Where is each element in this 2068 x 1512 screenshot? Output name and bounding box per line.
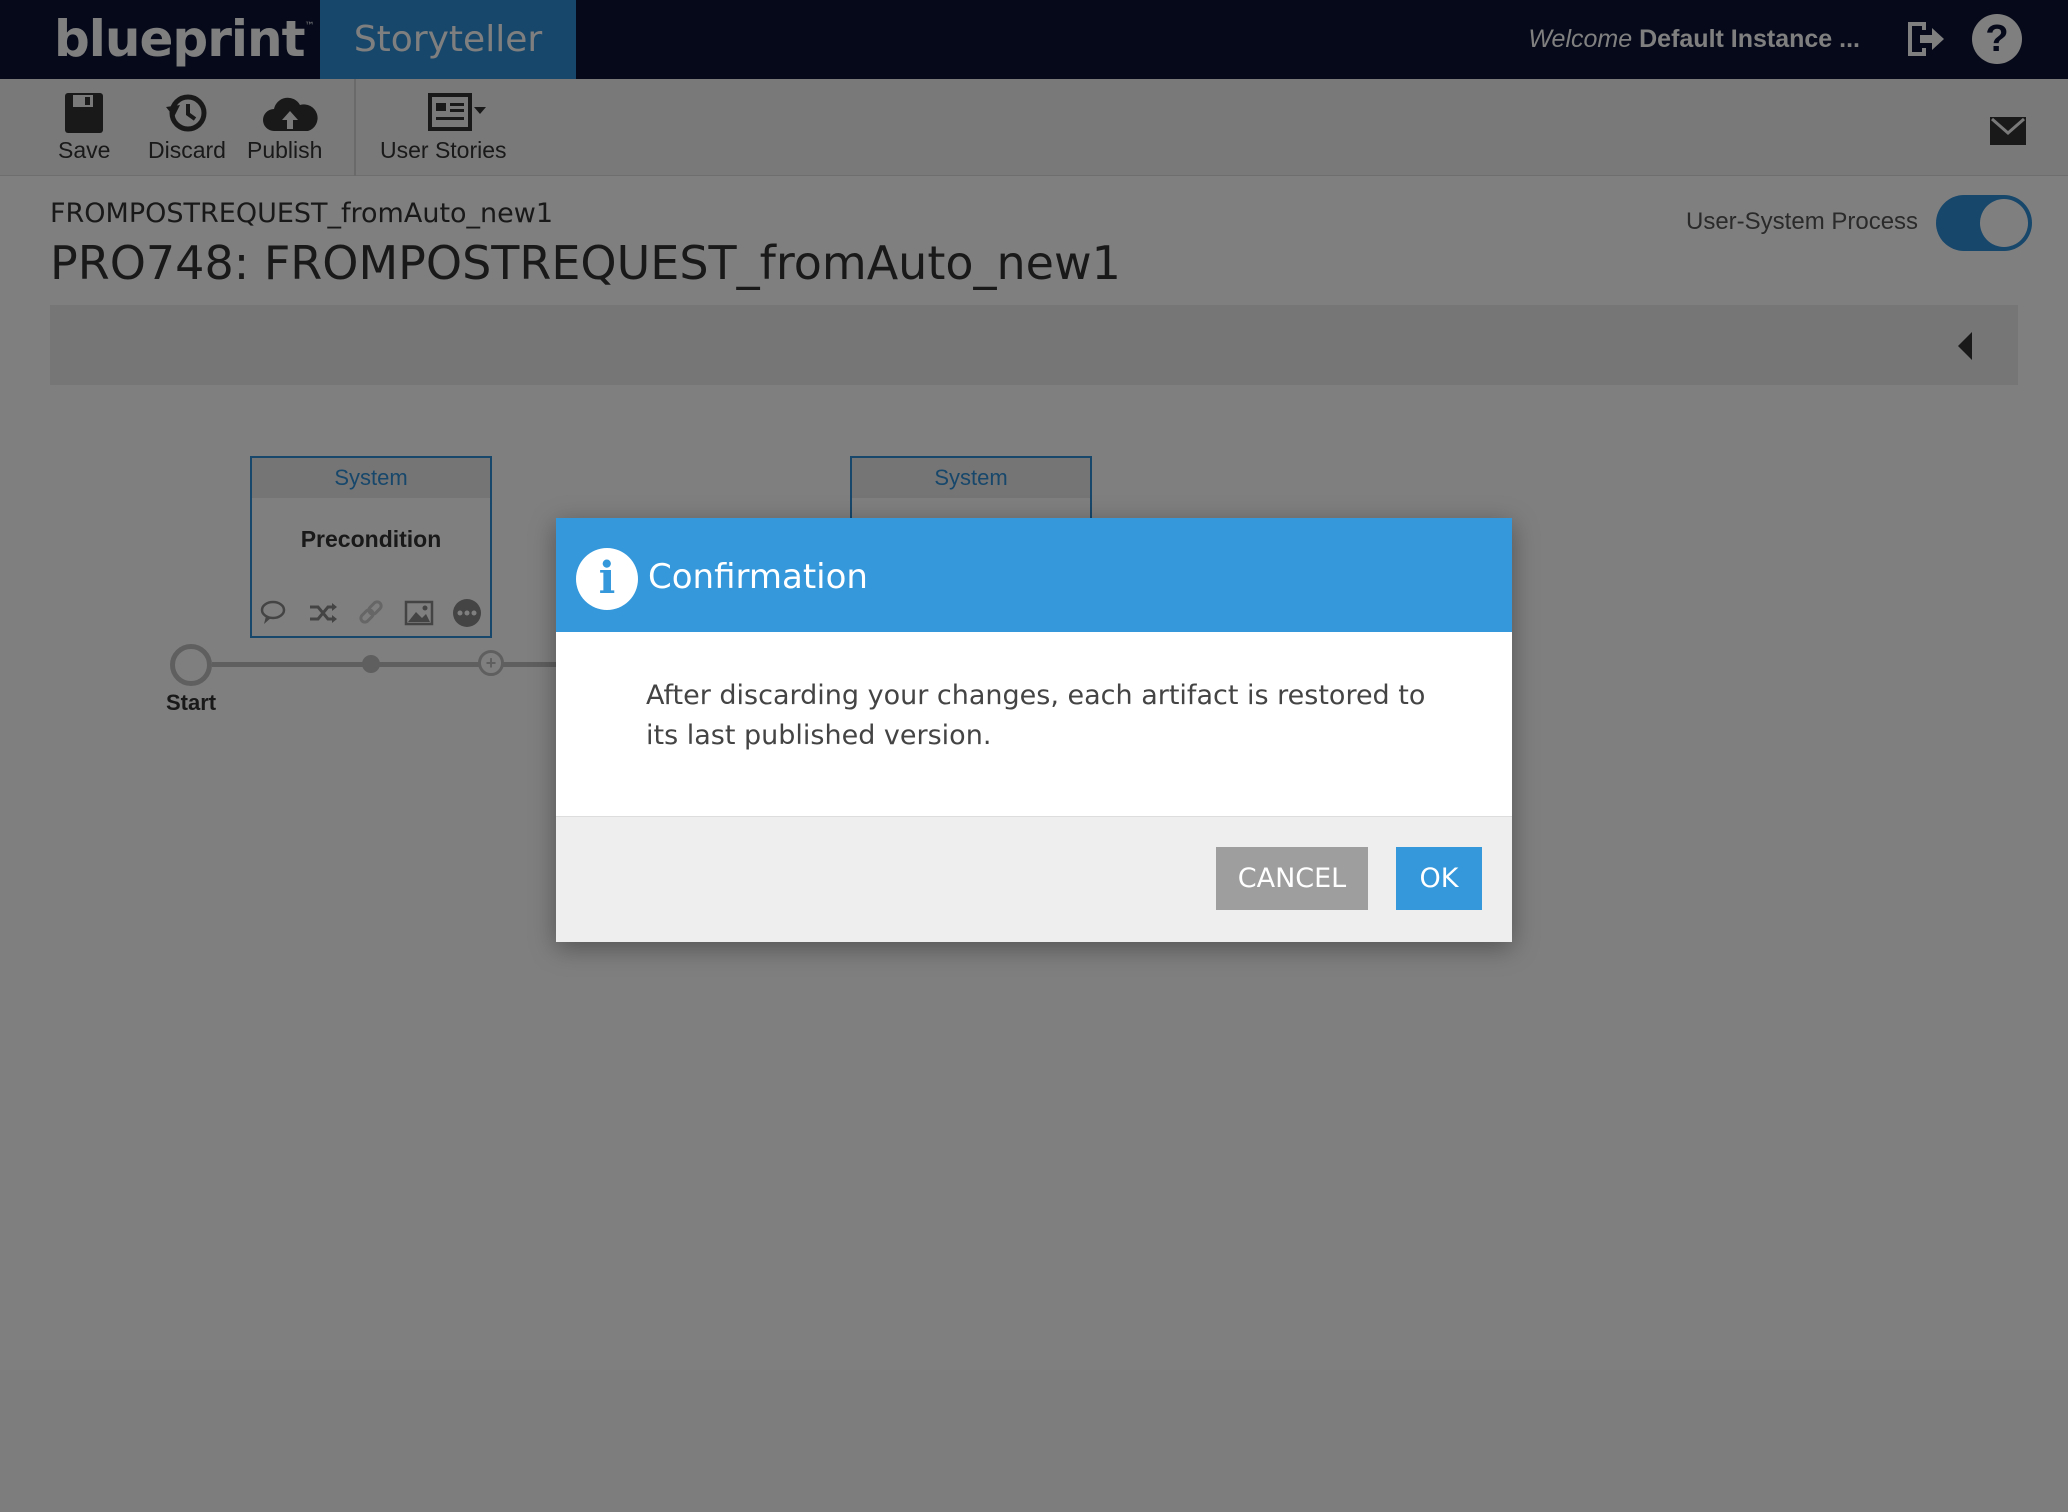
dialog-header: i Confirmation <box>556 518 1512 632</box>
dialog-footer: CANCEL OK <box>556 816 1512 942</box>
cancel-button[interactable]: CANCEL <box>1216 847 1368 910</box>
confirmation-dialog: i Confirmation After discarding your cha… <box>556 518 1512 942</box>
ok-button[interactable]: OK <box>1396 847 1482 910</box>
info-icon: i <box>576 548 638 610</box>
dialog-title: Confirmation <box>648 557 868 597</box>
dialog-message: After discarding your changes, each arti… <box>646 680 1426 751</box>
